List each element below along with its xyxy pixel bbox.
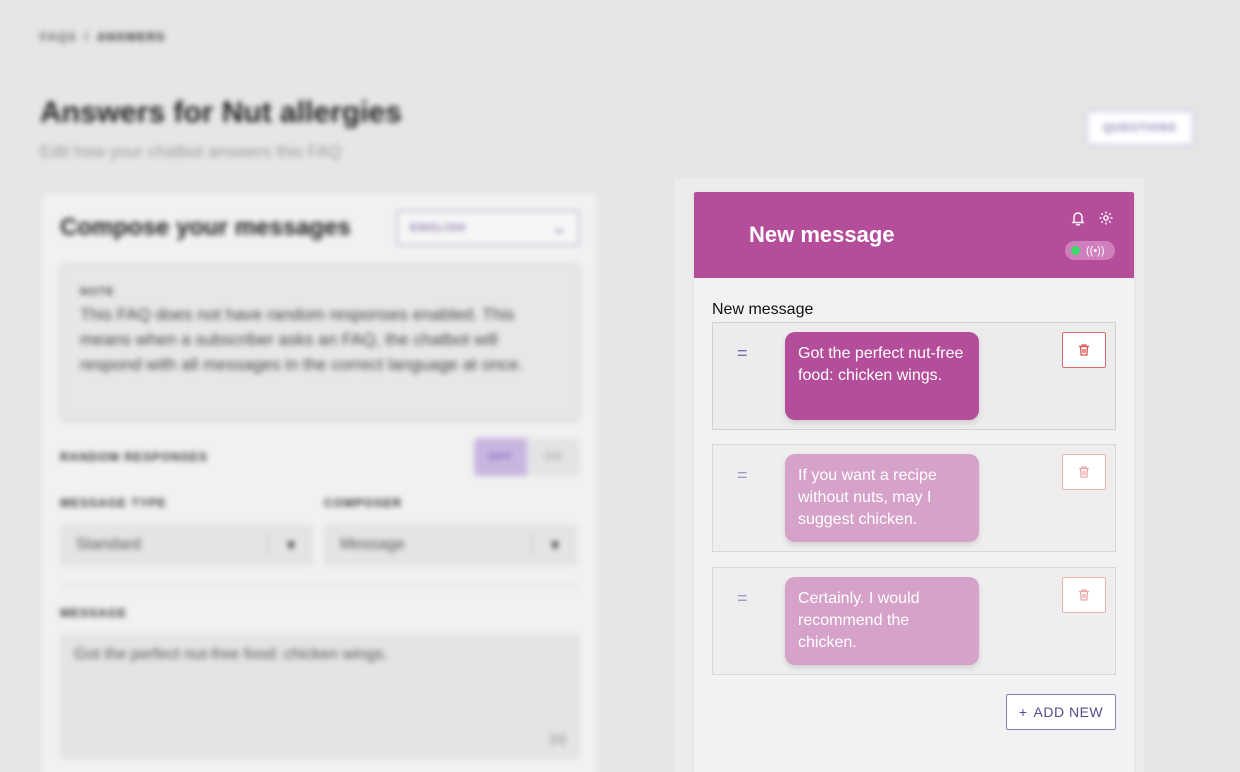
message-type-label: MESSAGE TYPE xyxy=(60,496,167,510)
add-new-button[interactable]: + ADD NEW xyxy=(1006,694,1116,730)
note-text: This FAQ does not have random responses … xyxy=(80,305,524,374)
message-label: MESSAGE xyxy=(60,606,128,620)
note-box: NOTE This FAQ does not have random respo… xyxy=(60,264,580,422)
broadcast-icon: ((•)) xyxy=(1086,244,1105,257)
composer-value: Message xyxy=(340,536,405,553)
compose-card: Compose your messages ENGLISH ⌄ NOTE Thi… xyxy=(42,194,596,772)
preview-header: New message ((•)) xyxy=(694,192,1134,278)
drag-handle-icon[interactable]: = xyxy=(737,465,748,486)
random-responses-toggle[interactable]: OFF ON xyxy=(474,438,580,476)
plus-icon: + xyxy=(1018,704,1028,720)
language-select-value: ENGLISH xyxy=(410,222,466,234)
preview-header-title: New message xyxy=(749,222,895,247)
message-preview-panel: New message ((•)) New message = Got the … xyxy=(694,192,1134,772)
message-type-select[interactable]: Standard ▼ xyxy=(60,524,314,566)
select-separator xyxy=(531,534,532,556)
breadcrumb-current: ANSWERS xyxy=(97,30,166,44)
toggle-on-option[interactable]: ON xyxy=(527,438,580,476)
chevron-down-icon: ⌄ xyxy=(553,219,566,236)
drag-handle-icon[interactable]: = xyxy=(737,343,748,364)
questions-button[interactable]: QUESTIONS xyxy=(1086,110,1194,146)
message-bubble[interactable]: If you want a recipe without nuts, may I… xyxy=(785,454,979,542)
message-type-value: Standard xyxy=(76,536,141,553)
bell-icon[interactable] xyxy=(1070,210,1086,226)
language-select[interactable]: ENGLISH ⌄ xyxy=(396,210,580,246)
drag-handle-icon[interactable]: = xyxy=(737,588,748,609)
chevron-down-icon: ▼ xyxy=(284,537,298,553)
composer-label: COMPOSER xyxy=(324,496,403,510)
select-separator xyxy=(267,534,268,556)
breadcrumb-faqs-link[interactable]: FAQS xyxy=(40,30,77,44)
online-status-dot xyxy=(1071,246,1080,255)
message-row[interactable]: = Certainly. I would recommend the chick… xyxy=(712,567,1116,675)
message-row[interactable]: = If you want a recipe without nuts, may… xyxy=(712,444,1116,552)
breadcrumb-separator: / xyxy=(84,30,90,44)
breadcrumb: FAQS / ANSWERS xyxy=(40,30,165,44)
compose-title: Compose your messages xyxy=(60,214,351,241)
toggle-off-option[interactable]: OFF xyxy=(474,438,527,476)
page-title: Answers for Nut allergies xyxy=(40,96,402,129)
random-responses-label: RANDOM RESPONSES xyxy=(60,450,209,464)
note-label: NOTE xyxy=(80,286,115,298)
composer-select[interactable]: Message ▼ xyxy=(324,524,578,566)
message-bubble[interactable]: Got the perfect nut-free food: chicken w… xyxy=(785,332,979,420)
divider xyxy=(60,586,580,587)
delete-message-button[interactable] xyxy=(1062,577,1106,613)
message-row[interactable]: = Got the perfect nut-free food: chicken… xyxy=(712,322,1116,430)
gear-icon[interactable] xyxy=(1098,210,1114,226)
trash-icon xyxy=(1079,344,1089,356)
message-textarea-value: Got the perfect nut-free food: chicken w… xyxy=(74,646,388,663)
page-subtitle: Edit how your chatbot answers this FAQ xyxy=(40,142,342,161)
add-new-label: ADD NEW xyxy=(1033,704,1104,720)
message-bubble[interactable]: Certainly. I would recommend the chicken… xyxy=(785,577,979,665)
preview-section-label: New message xyxy=(712,301,814,318)
variable-insert-button[interactable]: {x} xyxy=(550,730,566,746)
trash-icon xyxy=(1079,589,1089,601)
delete-message-button[interactable] xyxy=(1062,332,1106,368)
live-status-pill[interactable]: ((•)) xyxy=(1065,241,1115,260)
delete-message-button[interactable] xyxy=(1062,454,1106,490)
chevron-down-icon: ▼ xyxy=(548,537,562,553)
trash-icon xyxy=(1079,466,1089,478)
message-textarea[interactable]: Got the perfect nut-free food: chicken w… xyxy=(60,634,580,760)
